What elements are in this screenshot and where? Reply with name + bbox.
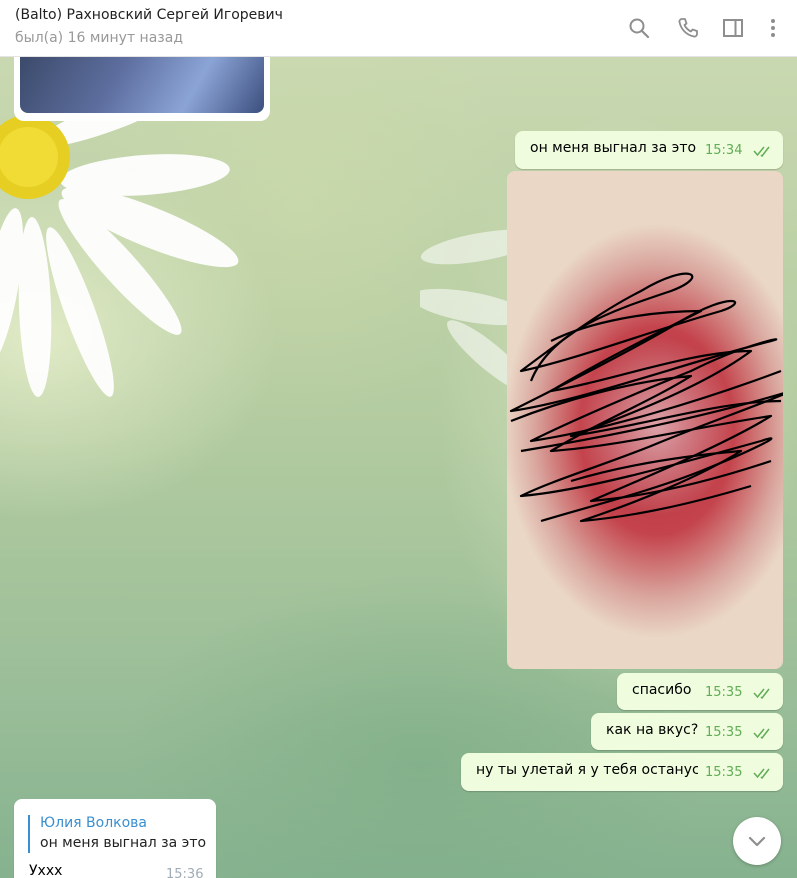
message-text: он меня выгнал за это bbox=[530, 140, 697, 156]
read-check-icon bbox=[753, 687, 773, 699]
photo-message[interactable] bbox=[507, 171, 783, 669]
search-icon[interactable] bbox=[627, 16, 651, 40]
incoming-message[interactable]: Юлия Волкова он меня выгнал за это Уххх … bbox=[14, 799, 216, 878]
message-time: 15:35 bbox=[705, 685, 743, 700]
chat-title[interactable]: (Balto) Рахновский Сергей Игоревич bbox=[15, 7, 283, 23]
chat-header: (Balto) Рахновский Сергей Игоревич был(а… bbox=[0, 0, 797, 57]
sticker-image bbox=[20, 57, 264, 113]
reply-author[interactable]: Юлия Волкова bbox=[40, 815, 147, 831]
outgoing-message[interactable]: он меня выгнал за это 15:34 bbox=[515, 131, 783, 169]
more-icon[interactable] bbox=[761, 16, 785, 40]
message-time: 15:34 bbox=[705, 143, 743, 158]
read-check-icon bbox=[753, 767, 773, 779]
outgoing-message[interactable]: спасибо 15:35 bbox=[617, 673, 783, 710]
chat-area[interactable]: он меня выгнал за это 15:34 спасибо 15:3… bbox=[0, 57, 797, 878]
scribble-overlay bbox=[509, 272, 783, 523]
read-check-icon bbox=[753, 145, 773, 157]
reply-quote[interactable]: он меня выгнал за это bbox=[40, 835, 206, 851]
phone-icon[interactable] bbox=[676, 16, 700, 40]
message-time: 15:36 bbox=[166, 867, 204, 878]
sticker-message[interactable] bbox=[14, 57, 270, 121]
chevron-down-icon bbox=[748, 836, 766, 847]
sidebar-icon[interactable] bbox=[721, 16, 745, 40]
scroll-down-button[interactable] bbox=[733, 817, 781, 865]
outgoing-message[interactable]: ну ты улетай я у тебя останусь 15:35 bbox=[461, 753, 783, 791]
outgoing-message[interactable]: как на вкус? 15:35 bbox=[591, 713, 783, 750]
message-time: 15:35 bbox=[705, 725, 743, 740]
message-text: как на вкус? bbox=[606, 722, 699, 738]
message-text: Уххх bbox=[29, 863, 63, 878]
message-time: 15:35 bbox=[705, 765, 743, 780]
last-seen-status: был(а) 16 минут назад bbox=[15, 30, 183, 46]
message-text: спасибо bbox=[632, 682, 692, 698]
read-check-icon bbox=[753, 727, 773, 739]
reply-indicator bbox=[28, 815, 30, 853]
message-text: ну ты улетай я у тебя останусь bbox=[476, 762, 698, 778]
